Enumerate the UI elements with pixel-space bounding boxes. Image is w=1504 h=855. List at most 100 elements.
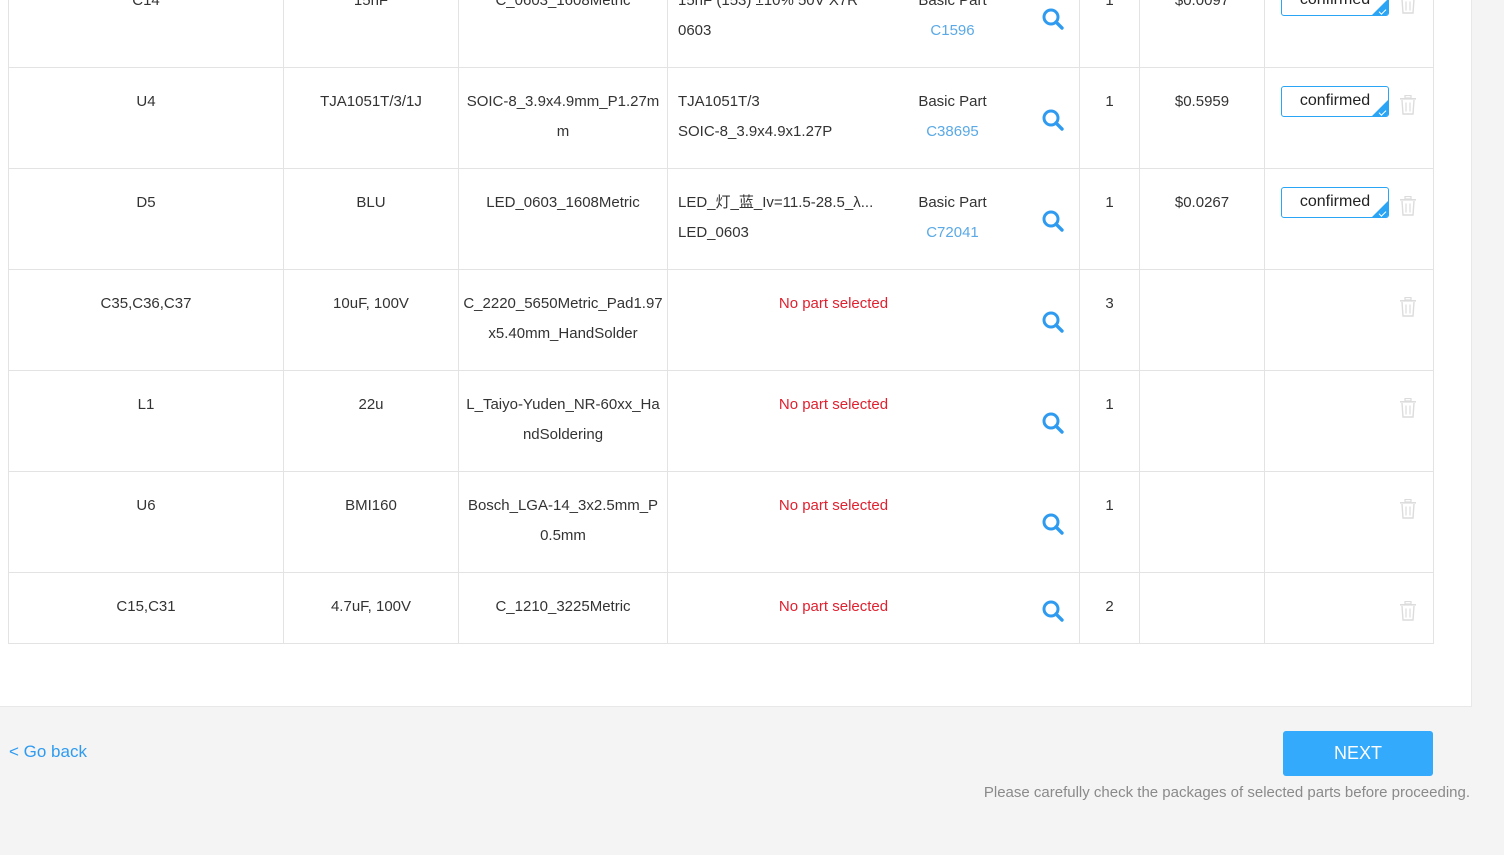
part-package-line: 0603 [678,22,712,39]
no-part-selected: No part selected [778,295,889,312]
trash-icon[interactable] [1399,498,1417,519]
value-cell: BLU [283,168,459,270]
part-code-link[interactable]: C1596 [900,16,1005,46]
trash-icon[interactable] [1399,397,1417,418]
part-description-line: TJA1051T/3 [678,93,760,110]
part-code-link[interactable]: C72041 [900,218,1005,248]
price-cell [1139,370,1265,472]
part-info: Basic Part C72041 [900,188,1005,248]
trash-icon[interactable] [1399,94,1417,115]
selected-part-cell: No part selected [667,572,1080,644]
designator-cell: L1 [8,370,284,472]
status-label: confirmed [1299,193,1371,210]
confirmed-button[interactable]: confirmed [1281,86,1389,117]
search-icon[interactable] [1041,209,1065,233]
table-row: D5 BLU LED_0603_1608Metric LED_灯_蓝_Iv=11.5-… [8,168,1434,270]
price-cell: $0.5959 [1139,67,1265,169]
part-description-line: 15nF (153) ±10% 50V X7R [678,0,858,9]
part-type: Basic Part [918,194,987,211]
footprint-cell: Bosch_LGA-14_3x2.5mm_P0.5mm [458,471,668,573]
search-icon[interactable] [1041,108,1065,132]
bom-table: C14 15nF C_0603_1608Metric 15nF (153) ±10% … [8,0,1434,644]
status-cell: confirmed [1264,0,1434,68]
value-cell: TJA1051T/3/1J [283,67,459,169]
qty-cell: 1 [1079,370,1140,472]
value-cell: 15nF [283,0,459,68]
status-label: confirmed [1299,92,1371,109]
part-code-link[interactable]: C38695 [900,117,1005,147]
search-icon[interactable] [1041,310,1065,334]
status-cell [1264,269,1434,371]
table-row: C35,C36,C37 10uF, 100V C_2220_5650Metric_P… [8,269,1434,371]
footprint-cell: L_Taiyo-Yuden_NR-60xx_HandSoldering [458,370,668,472]
status-cell: confirmed [1264,168,1434,270]
value-cell: 10uF, 100V [283,269,459,371]
part-info: Basic Part C1596 [900,0,1005,46]
table-row: L1 22u L_Taiyo-Yuden_NR-60xx_HandSoldering… [8,370,1434,472]
designator-cell: C15,C31 [8,572,284,644]
selected-part-cell: TJA1051T/3 SOIC-8_3.9x4.9x1.27P Basic Part… [667,67,1080,169]
go-back-link[interactable]: < Go back [9,742,87,762]
part-package-line: SOIC-8_3.9x4.9x1.27P [678,123,833,140]
value-cell: 22u [283,370,459,472]
table-row: U4 TJA1051T/3/1J SOIC-8_3.9x4.9mm_P1.27mm T… [8,67,1434,169]
price-cell [1139,269,1265,371]
designator-cell: U6 [8,471,284,573]
status-label: confirmed [1300,0,1370,8]
no-part-selected: No part selected [778,497,889,514]
status-cell [1264,471,1434,573]
part-info: Basic Part C38695 [900,87,1005,147]
price-cell: $0.0267 [1139,168,1265,270]
footprint-cell: C_2220_5650Metric_Pad1.97x5.40mm_HandSol… [458,269,668,371]
qty-cell: 1 [1079,67,1140,169]
footprint-cell: C_0603_1608Metric [458,0,668,68]
trash-icon[interactable] [1399,0,1417,14]
designator-cell: C14 [8,0,284,68]
confirmed-button[interactable]: confirmed [1281,187,1389,218]
part-description: LED_灯_蓝_Iv=11.5-28.5_λ... LED_0603 [678,188,878,248]
qty-cell: 2 [1079,572,1140,644]
footprint-cell: C_1210_3225Metric [458,572,668,644]
part-type: Basic Part [918,0,987,9]
part-package-line: LED_0603 [678,224,749,241]
part-type: Basic Part [918,93,987,110]
table-row: U6 BMI160 Bosch_LGA-14_3x2.5mm_P0.5mm No pa… [8,471,1434,573]
confirmed-button[interactable]: confirmed [1281,0,1389,16]
no-part-selected: No part selected [778,396,889,413]
part-description: 15nF (153) ±10% 50V X7R 0603 [678,0,878,46]
selected-part-cell: No part selected [667,269,1080,371]
status-cell: confirmed [1264,67,1434,169]
next-button[interactable]: NEXT [1283,731,1433,776]
designator-cell: D5 [8,168,284,270]
selected-part-cell: 15nF (153) ±10% 50V X7R 0603 Basic Part C15… [667,0,1080,68]
price-cell [1139,471,1265,573]
price-cell: $0.0097 [1139,0,1265,68]
table-row: C14 15nF C_0603_1608Metric 15nF (153) ±10% … [8,0,1434,68]
bom-panel: C14 15nF C_0603_1608Metric 15nF (153) ±10% … [0,0,1472,707]
trash-icon[interactable] [1399,195,1417,216]
status-cell [1264,572,1434,644]
trash-icon[interactable] [1399,296,1417,317]
selected-part-cell: No part selected [667,471,1080,573]
value-cell: BMI160 [283,471,459,573]
status-cell [1264,370,1434,472]
search-icon[interactable] [1041,7,1065,31]
trash-icon[interactable] [1399,600,1417,621]
qty-cell: 3 [1079,269,1140,371]
price-cell [1139,572,1265,644]
value-cell: 4.7uF, 100V [283,572,459,644]
search-icon[interactable] [1041,599,1065,623]
qty-cell: 1 [1079,0,1140,68]
proceed-note: Please carefully check the packages of s… [983,784,1470,801]
selected-part-cell: No part selected [667,370,1080,472]
qty-cell: 1 [1079,168,1140,270]
footprint-cell: LED_0603_1608Metric [458,168,668,270]
designator-cell: C35,C36,C37 [8,269,284,371]
selected-part-cell: LED_灯_蓝_Iv=11.5-28.5_λ... LED_0603 Basic P… [667,168,1080,270]
search-icon[interactable] [1041,411,1065,435]
search-icon[interactable] [1041,512,1065,536]
qty-cell: 1 [1079,471,1140,573]
part-description-line: LED_灯_蓝_Iv=11.5-28.5_λ... [678,194,874,211]
designator-cell: U4 [8,67,284,169]
part-description: TJA1051T/3 SOIC-8_3.9x4.9x1.27P [678,87,878,147]
